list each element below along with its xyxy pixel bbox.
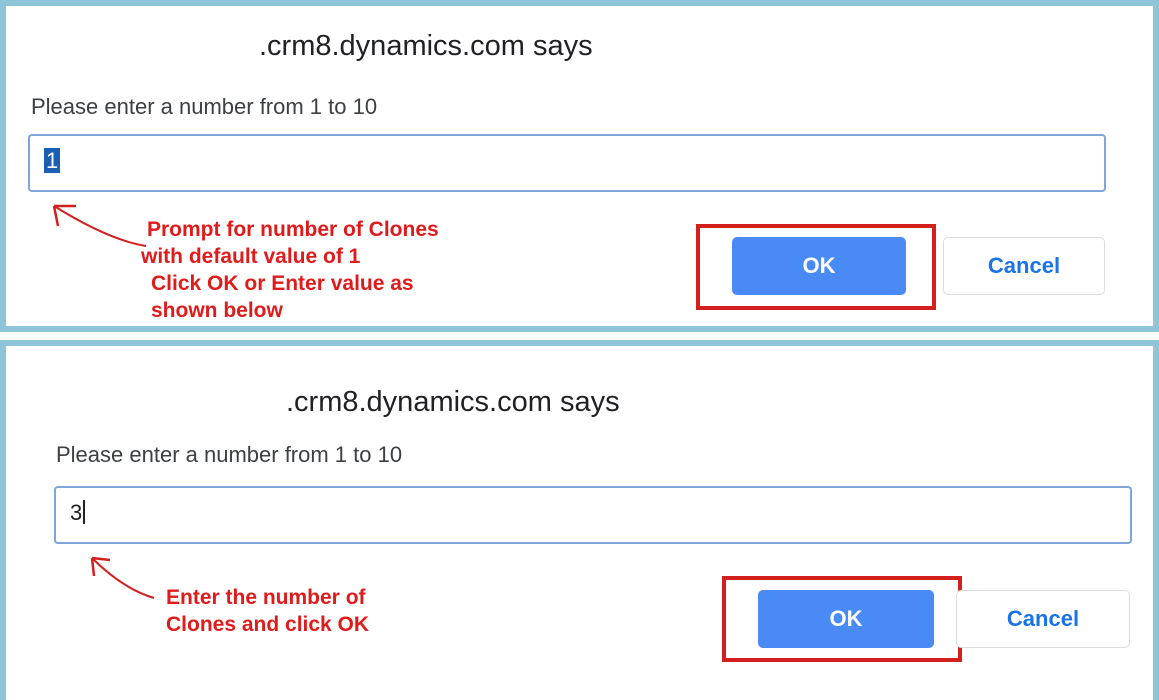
annotation-line: shown below: [151, 299, 283, 322]
annotation-line: with default value of 1: [141, 245, 361, 268]
input-value-selected: 1: [44, 148, 61, 173]
dialog-title: .crm8.dynamics.com says: [286, 386, 620, 418]
dialog-message: Please enter a number from 1 to 10: [31, 94, 378, 119]
prompt-dialog-entered: .crm8.dynamics.com says Please enter a n…: [0, 340, 1159, 700]
number-input[interactable]: 1: [28, 134, 1106, 192]
input-value: 3: [70, 500, 86, 526]
curved-arrow-icon: [90, 556, 155, 599]
number-input[interactable]: 3: [54, 486, 1132, 544]
annotation-line: Prompt for number of Clones: [147, 218, 439, 241]
annotation-line: Clones and click OK: [166, 613, 370, 636]
dialog-title: .crm8.dynamics.com says: [259, 30, 593, 62]
cancel-button[interactable]: Cancel: [943, 237, 1105, 295]
curved-arrow-icon: [52, 204, 147, 247]
prompt-dialog-default: .crm8.dynamics.com says Please enter a n…: [0, 0, 1159, 332]
ok-button[interactable]: OK: [732, 237, 906, 295]
annotation-line: Enter the number of: [166, 586, 366, 609]
text-caret: [83, 500, 86, 524]
ok-button[interactable]: OK: [758, 590, 934, 648]
annotation-line: Click OK or Enter value as: [151, 272, 414, 295]
dialog-message: Please enter a number from 1 to 10: [56, 442, 403, 467]
cancel-button[interactable]: Cancel: [956, 590, 1130, 648]
